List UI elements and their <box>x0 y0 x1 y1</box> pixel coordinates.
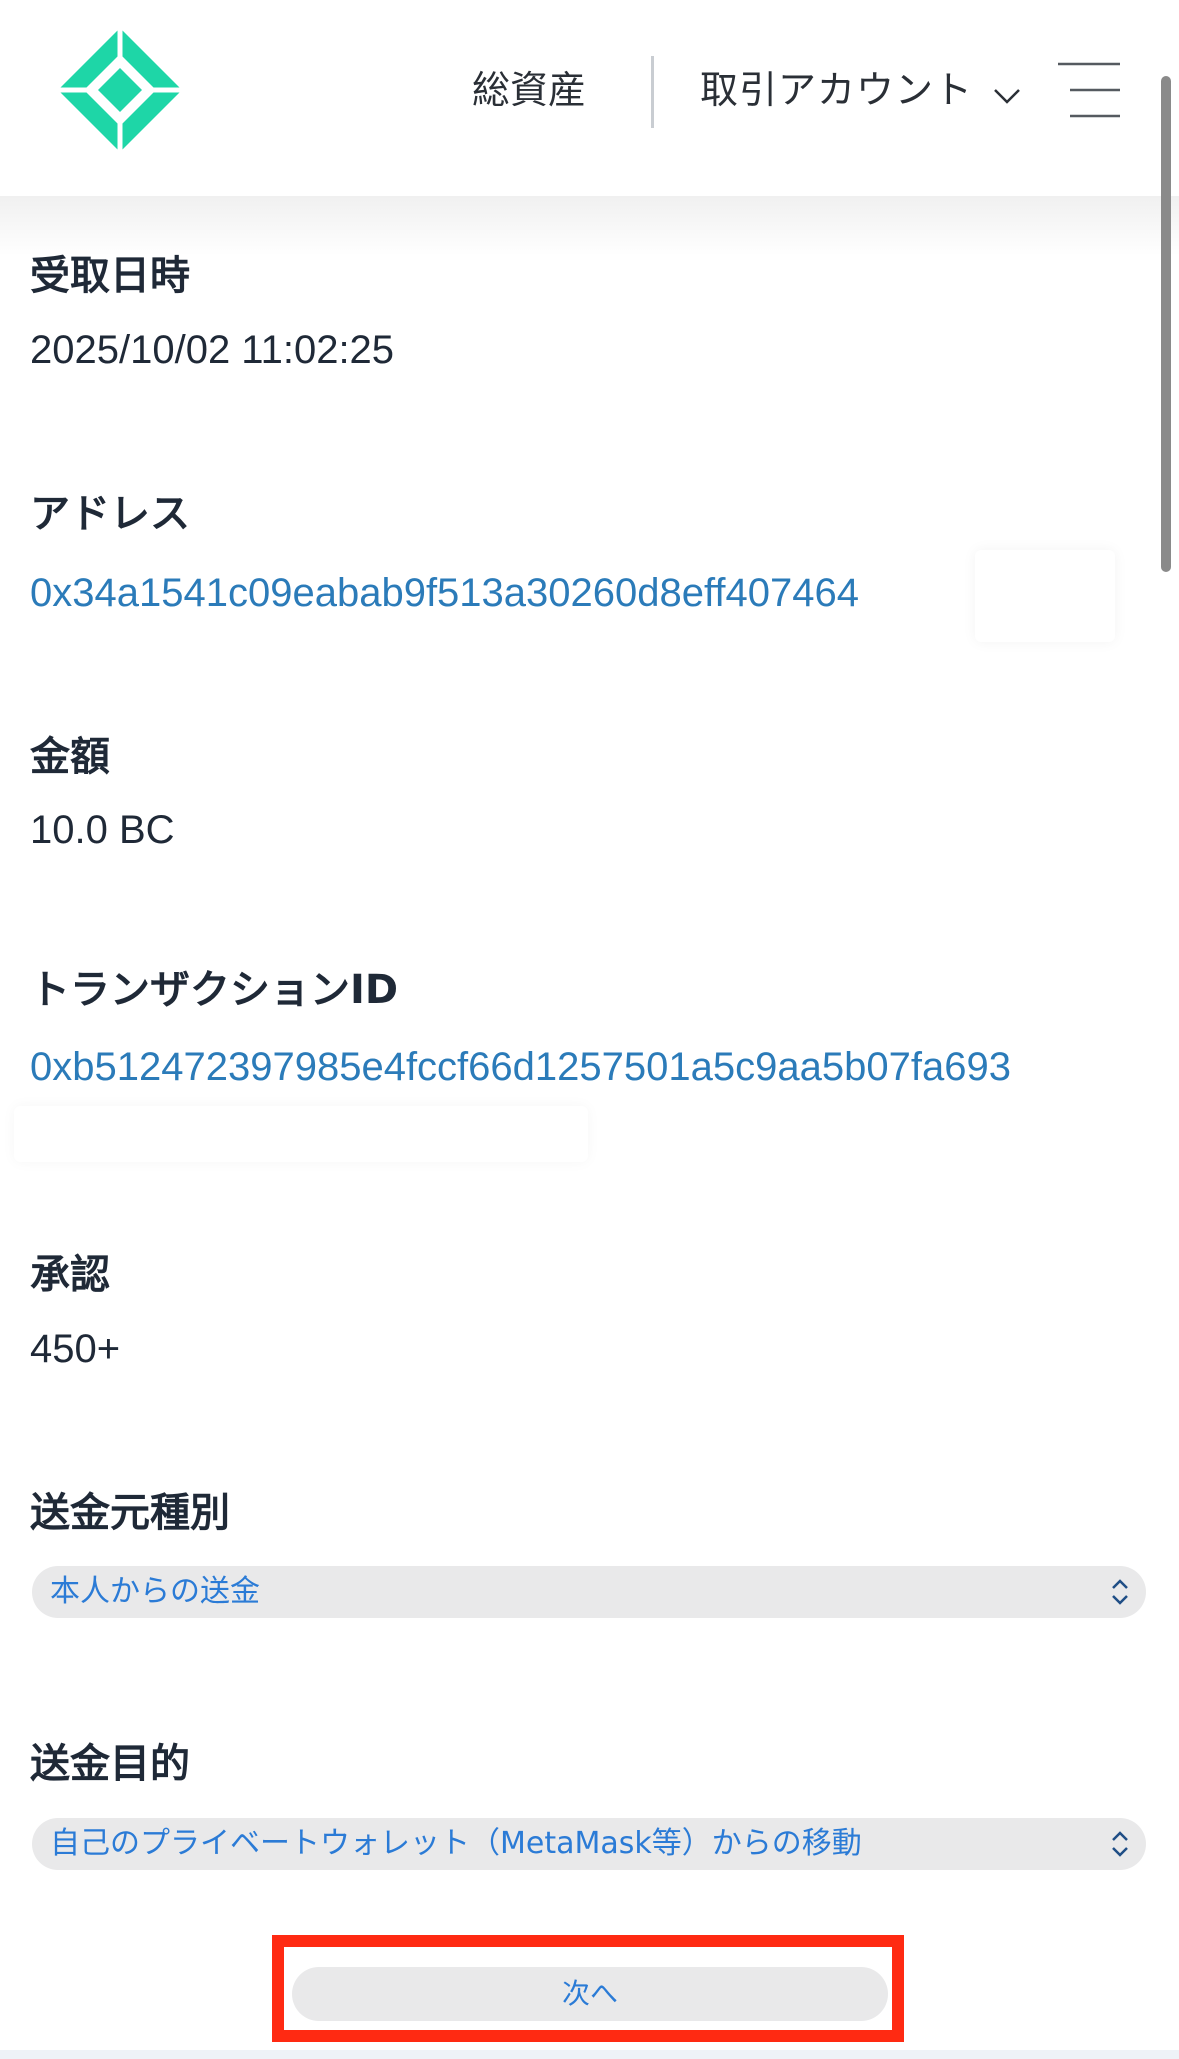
source-type-selected: 本人からの送金 <box>50 1574 260 1609</box>
address-container: 0x34a1541c09eabab9f513a30260d8eff407464 <box>30 566 975 626</box>
source-type-select[interactable]: 本人からの送金 <box>32 1566 1146 1618</box>
scrollbar[interactable] <box>1161 76 1171 572</box>
amount-value: 10.0 BC <box>30 808 175 852</box>
address-link[interactable]: 0x34a1541c09eabab9f513a30260d8eff407464 <box>30 566 859 620</box>
nav-divider <box>651 56 654 128</box>
select-arrows-icon <box>1112 1831 1128 1857</box>
header-shadow <box>0 196 1179 256</box>
purpose-selected: 自己のプライベートウォレット（MetaMask等）からの移動 <box>50 1826 862 1861</box>
received-at-label: 受取日時 <box>30 253 190 299</box>
nav-trading-account[interactable]: 取引アカウント <box>700 62 973 118</box>
purpose-select[interactable]: 自己のプライベートウォレット（MetaMask等）からの移動 <box>32 1818 1146 1870</box>
select-arrows-icon <box>1112 1579 1128 1605</box>
transaction-id-overlay <box>14 1106 588 1162</box>
purpose-label: 送金目的 <box>30 1741 190 1787</box>
diamond-logo[interactable] <box>58 28 182 152</box>
amount-label: 金額 <box>30 734 110 780</box>
address-label: アドレス <box>30 491 190 537</box>
address-copy-overlay <box>975 550 1115 642</box>
received-at-value: 2025/10/02 11:02:25 <box>30 328 395 372</box>
bottom-strip <box>0 2050 1179 2059</box>
confirmations-value: 450+ <box>30 1327 121 1371</box>
next-button[interactable]: 次へ <box>292 1967 888 2021</box>
chevron-down-icon[interactable] <box>990 78 1024 112</box>
hamburger-menu-icon[interactable] <box>1058 60 1120 120</box>
confirmations-label: 承認 <box>30 1252 110 1298</box>
nav-total-assets[interactable]: 総資産 <box>472 62 586 118</box>
next-button-label: 次へ <box>561 1977 618 2010</box>
source-type-label: 送金元種別 <box>30 1490 230 1536</box>
transaction-id-link[interactable]: 0xb512472397985e4fccf66d1257501a5c9aa5b0… <box>30 1040 1011 1094</box>
app-header: 総資産 取引アカウント <box>0 0 1179 197</box>
transaction-id-label: トランザクションID <box>30 967 399 1013</box>
